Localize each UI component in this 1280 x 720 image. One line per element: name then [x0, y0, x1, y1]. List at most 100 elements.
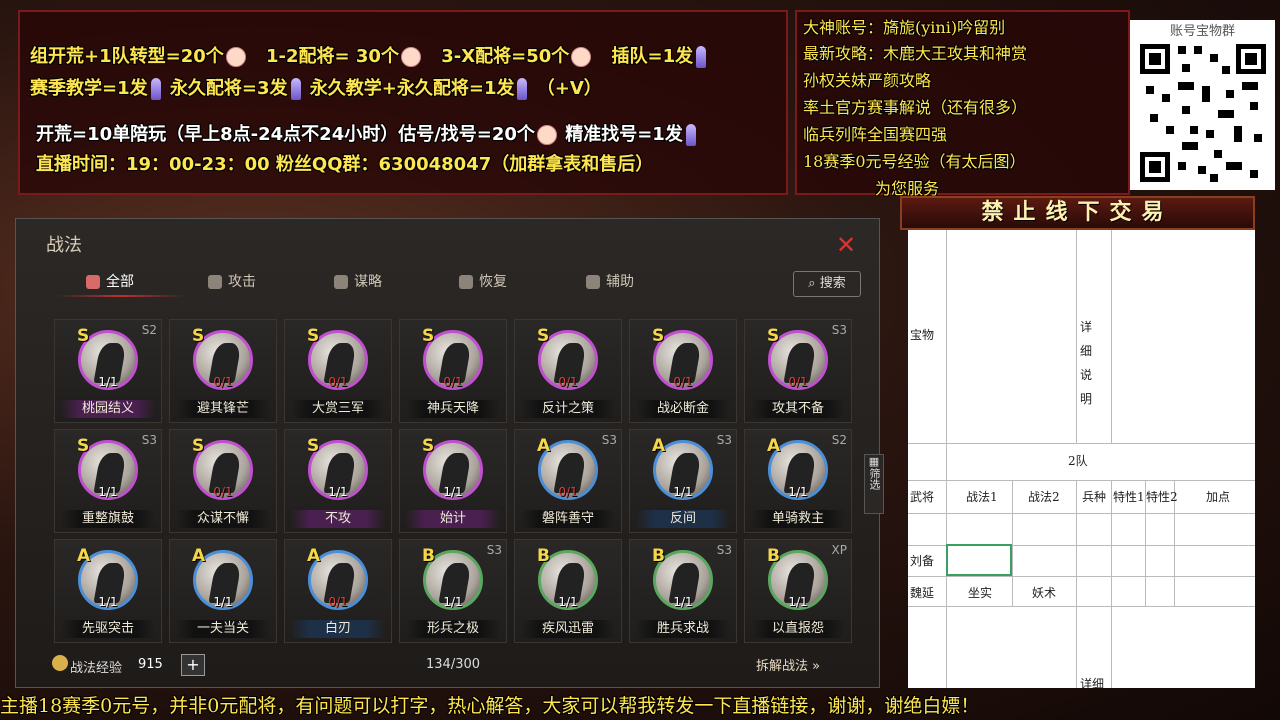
promo-item: 开荒=10单陪玩（早上8点-24点不24小时）估号/找号=20个 — [36, 124, 535, 145]
skill-name: 重整旗鼓 — [61, 510, 155, 528]
add-exp-button[interactable]: + — [181, 654, 205, 676]
rocket-icon — [150, 78, 161, 100]
close-icon[interactable]: ✕ — [836, 231, 856, 259]
skill-card[interactable]: A S2 1/1 单骑救主 — [744, 429, 852, 533]
skill-grade: A — [537, 436, 551, 456]
promo-item: 组开荒+1队转型=20个 — [30, 46, 224, 67]
skill-grade: B — [767, 546, 780, 566]
skill-name: 不攻 — [291, 510, 385, 528]
skill-grade: S — [307, 436, 320, 456]
promo-item: （+V） — [536, 78, 602, 99]
tab-strategy[interactable]: 谋略 — [334, 271, 382, 291]
skill-card[interactable]: S 1/1 始计 — [399, 429, 507, 533]
skill-card[interactable]: S 0/1 众谋不懈 — [169, 429, 277, 533]
skill-card[interactable]: S 0/1 反计之策 — [514, 319, 622, 423]
tab-label: 攻击 — [228, 274, 256, 290]
skill-card[interactable]: S S3 0/1 攻其不备 — [744, 319, 852, 423]
skill-grade: S — [307, 326, 320, 346]
emoji-icon — [225, 47, 246, 67]
bottom-bar: 战法经验 915 + 134/300 拆解战法 » — [16, 649, 879, 687]
skill-name: 一夫当关 — [176, 620, 270, 638]
search-button[interactable]: ⌕ 搜索 — [793, 271, 861, 297]
qr-pattern-icon — [1138, 42, 1268, 184]
filter-button[interactable]: ▦ 筛选 — [864, 454, 884, 514]
skill-grade: S — [77, 326, 90, 346]
skill-name: 始计 — [406, 510, 500, 528]
row-general: 魏延 — [910, 586, 935, 600]
skill-name: 以直报怨 — [751, 620, 845, 638]
skill-card[interactable]: A 1/1 先驱突击 — [54, 539, 162, 643]
lineup-spreadsheet: 宝物 详细说明 2队 武将 战法1 战法2 兵种 特性1 特性2 加点 刘备 魏… — [908, 230, 1255, 688]
skill-count: 1/1 — [98, 595, 118, 609]
tab-attack[interactable]: 攻击 — [208, 271, 256, 291]
skill-grade: S — [192, 326, 205, 346]
skill-season: S2 — [831, 433, 847, 447]
filter-icon: ▦ — [868, 455, 880, 468]
scrolling-ticker: 主播18赛季0元号，并非0元配将，有问题可以打字，热心解答，大家可以帮我转发一下… — [0, 695, 980, 717]
info-line: 临兵列阵全国赛四强 — [803, 125, 948, 144]
tab-recover[interactable]: 恢复 — [459, 271, 507, 291]
skill-card[interactable]: S 0/1 大赏三军 — [284, 319, 392, 423]
tab-underline — [56, 295, 186, 297]
skill-count: 0/1 — [558, 375, 578, 389]
support-icon — [586, 275, 600, 289]
header-trait2: 特性2 — [1146, 490, 1178, 504]
skill-count: 0/1 — [558, 485, 578, 499]
skill-name: 先驱突击 — [61, 620, 155, 638]
skill-season: S3 — [486, 543, 502, 557]
skill-name: 众谋不懈 — [176, 510, 270, 528]
decompose-skill-button[interactable]: 拆解战法 » — [756, 655, 820, 674]
tab-label: 辅助 — [606, 274, 634, 290]
emoji-icon — [536, 125, 557, 145]
skill-grade: A — [192, 546, 206, 566]
skill-grade: S — [422, 326, 435, 346]
skill-card[interactable]: S 0/1 避其锋芒 — [169, 319, 277, 423]
team-label: 2队 — [1068, 454, 1088, 468]
skill-card[interactable]: A 0/1 白刃 — [284, 539, 392, 643]
selected-cell[interactable] — [946, 544, 1012, 576]
skill-card[interactable]: B S3 1/1 胜兵求战 — [629, 539, 737, 643]
skill-count: 0/1 — [328, 375, 348, 389]
info-line: 18赛季0元号经验（有太后图） — [803, 152, 1026, 171]
tab-support[interactable]: 辅助 — [586, 271, 634, 291]
rocket-icon — [696, 46, 707, 68]
skills-window: 战法 ✕ 全部 攻击 谋略 恢复 辅助 ⌕ 搜索 S S2 1/1 桃园结义 S 0/1 避… — [15, 218, 884, 688]
skill-card[interactable]: A S3 0/1 磐阵善守 — [514, 429, 622, 533]
skill-grade: S — [652, 326, 665, 346]
skill-name: 神兵天降 — [406, 400, 500, 418]
skill-grade: B — [537, 546, 550, 566]
skill-count: 0/1 — [673, 375, 693, 389]
skill-card[interactable]: S 0/1 战必断金 — [629, 319, 737, 423]
skill-grade: S — [767, 326, 780, 346]
streamer-info-panel: 大神账号：旖旎(yini)吟留别 最新攻略：木鹿大王攻其和神赏 孙权关妹严颜攻略… — [795, 10, 1130, 198]
skill-card[interactable]: S 0/1 神兵天降 — [399, 319, 507, 423]
skill-card[interactable]: A 1/1 一夫当关 — [169, 539, 277, 643]
info-line: 大神账号：旖旎(yini)吟留别 — [803, 18, 1006, 37]
skill-card[interactable]: S S2 1/1 桃园结义 — [54, 319, 162, 423]
skill-card[interactable]: B XP 1/1 以直报怨 — [744, 539, 852, 643]
skill-grade: A — [307, 546, 321, 566]
tab-label: 全部 — [106, 274, 134, 290]
skill-season: S3 — [716, 543, 732, 557]
skill-name: 白刃 — [291, 620, 385, 638]
skill-card[interactable]: A S3 1/1 反间 — [629, 429, 737, 533]
rocket-icon — [685, 124, 696, 146]
skill-card[interactable]: B S3 1/1 形兵之极 — [399, 539, 507, 643]
skill-card[interactable]: S S3 1/1 重整旗鼓 — [54, 429, 162, 533]
skill-count: 1/1 — [328, 485, 348, 499]
skill-card[interactable]: S 1/1 不攻 — [284, 429, 392, 533]
skill-card[interactable]: B 1/1 疾风迅雷 — [514, 539, 622, 643]
promo-item: 1-2配将= 30个 — [266, 46, 399, 67]
swords-icon — [208, 275, 222, 289]
skill-season: S3 — [831, 323, 847, 337]
info-line: 最新攻略：木鹿大王攻其和神赏 — [803, 44, 1028, 63]
skill-season: XP — [831, 543, 847, 557]
detail-label-2: 详细 — [1080, 677, 1105, 688]
tab-all[interactable]: 全部 — [86, 271, 134, 291]
skill-season: S2 — [141, 323, 157, 337]
skill-count: 0/1 — [328, 595, 348, 609]
skill-count: 1/1 — [443, 595, 463, 609]
skill-name: 胜兵求战 — [636, 620, 730, 638]
promo-line-1: 组开荒+1队转型=20个 1-2配将= 30个 3-X配将=50个 插队=1发 — [30, 42, 709, 68]
info-line: 孙权关妹严颜攻略 — [803, 71, 932, 90]
